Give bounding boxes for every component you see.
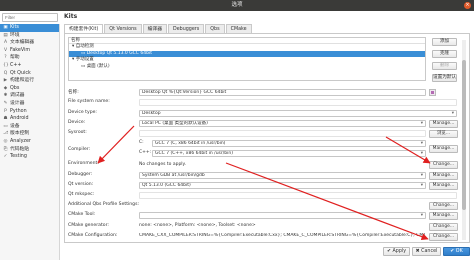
annotation-arrows <box>97 125 431 241</box>
arrow-to-environment-label <box>97 125 135 164</box>
arrow-to-environment-change <box>385 136 431 164</box>
arrow-to-cmake-change <box>225 162 429 241</box>
